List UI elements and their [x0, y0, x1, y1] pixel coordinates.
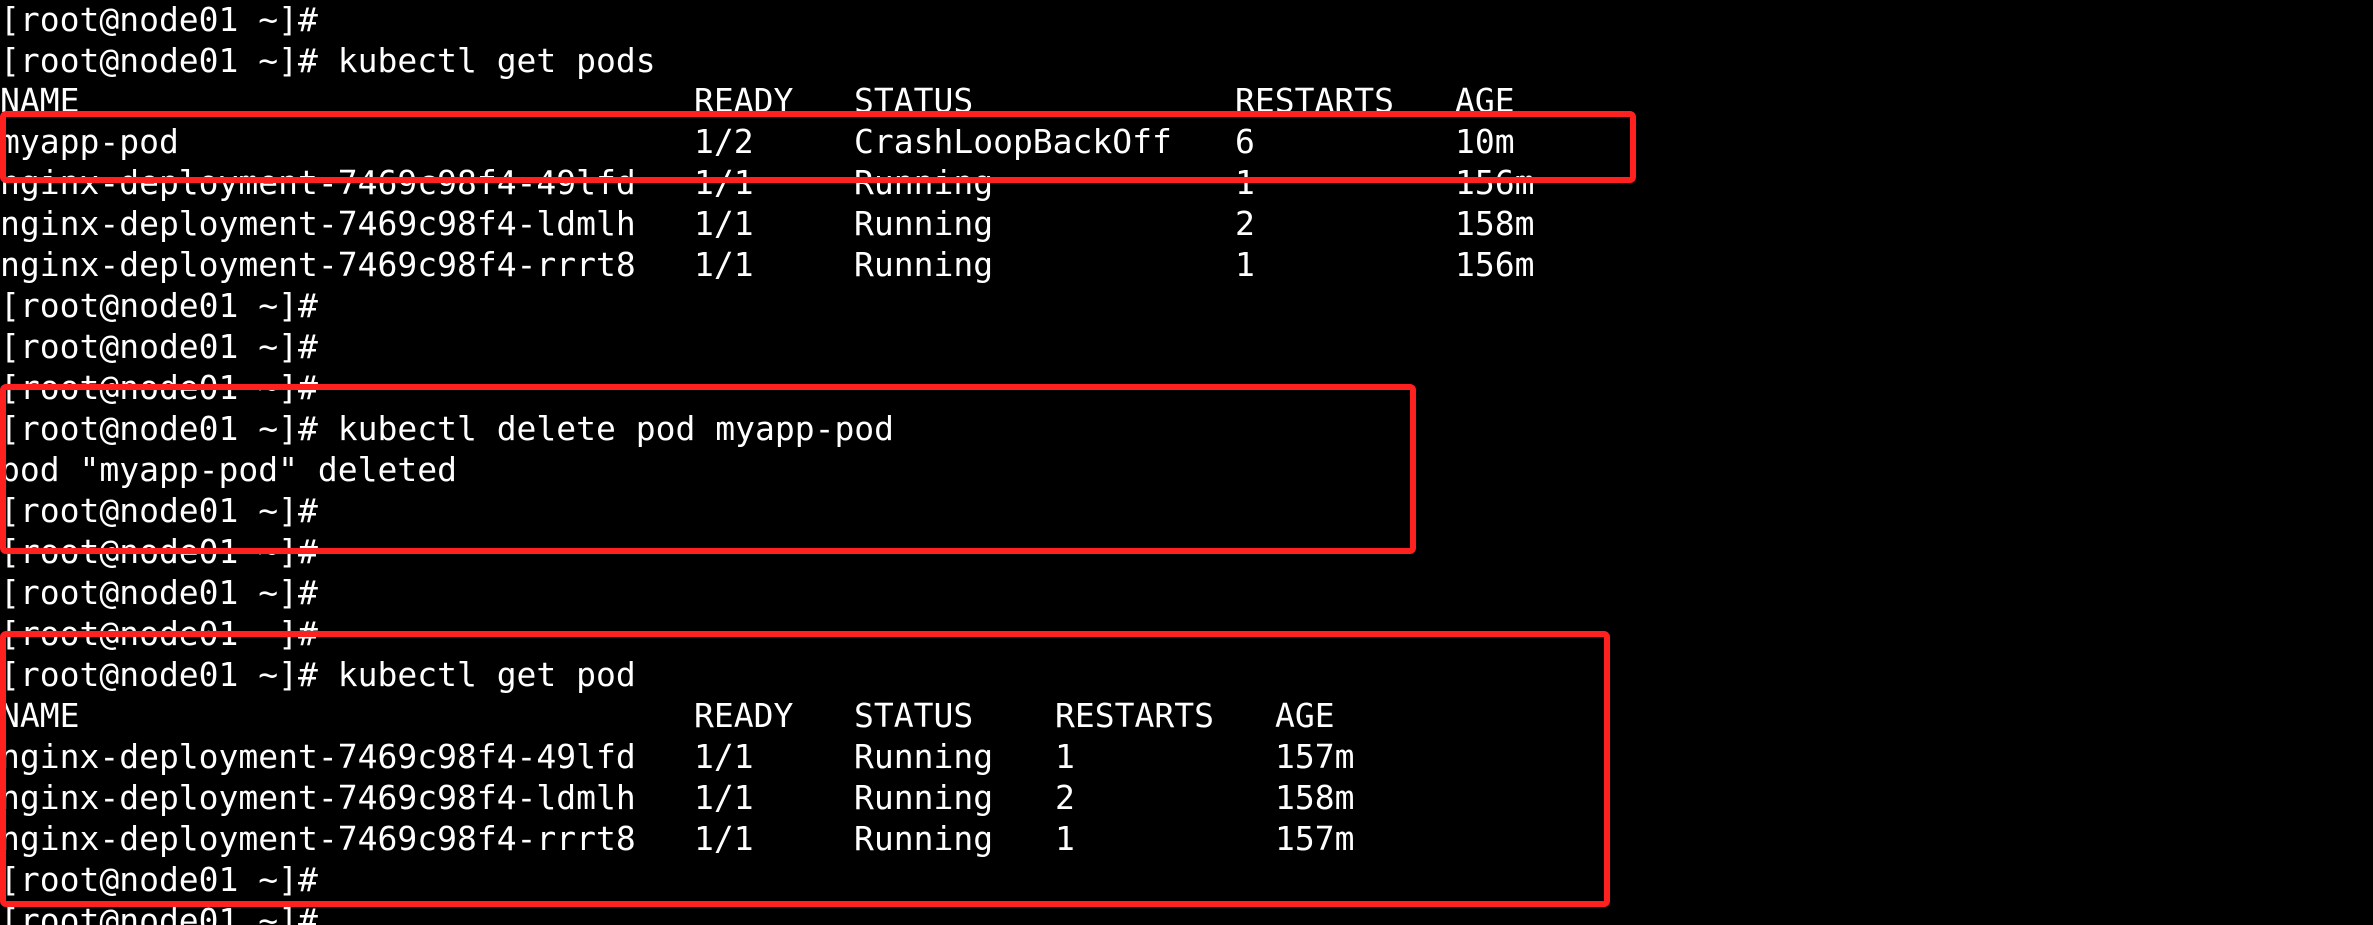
pod-status: CrashLoopBackOff	[854, 122, 1172, 161]
pod-restarts: 6	[1235, 122, 1255, 161]
prompt-line: [root@node01 ~]#	[0, 286, 318, 325]
pod-age: 157m	[1275, 737, 1355, 776]
table2-header-ready: READY	[694, 696, 794, 735]
pod-age: 156m	[1455, 245, 1535, 284]
prompt-line: [root@node01 ~]#	[0, 860, 318, 899]
table2-row: nginx-deployment-7469c98f4-49lfd 1/1 Run…	[0, 737, 1450, 777]
pod-ready: 1/1	[694, 737, 754, 776]
table1-header-ready: READY	[694, 81, 794, 120]
pod-name: nginx-deployment-7469c98f4-rrrt8	[0, 819, 636, 858]
table1-row: nginx-deployment-7469c98f4-rrrt8 1/1 Run…	[0, 245, 1650, 285]
pod-restarts: 2	[1055, 778, 1075, 817]
pod-ready: 1/1	[694, 245, 754, 284]
table2-header-name: NAME	[0, 696, 80, 735]
pod-name: nginx-deployment-7469c98f4-ldmlh	[0, 778, 636, 817]
table2-header-status: STATUS	[854, 696, 974, 735]
prompt-line: [root@node01 ~]#	[0, 327, 318, 366]
delete-output: pod "myapp-pod" deleted	[0, 450, 457, 489]
pod-restarts: 1	[1055, 737, 1075, 776]
table1-header: NAME READY STATUS RESTARTS AGE	[0, 81, 1650, 121]
pod-age: 10m	[1455, 122, 1515, 161]
pod-status: Running	[854, 819, 994, 858]
pod-name: nginx-deployment-7469c98f4-ldmlh	[0, 204, 636, 243]
table1-header-age: AGE	[1455, 81, 1515, 120]
pod-restarts: 1	[1235, 245, 1255, 284]
pod-ready: 1/1	[694, 778, 754, 817]
pod-status: Running	[854, 737, 994, 776]
table2-header-restarts: RESTARTS	[1055, 696, 1214, 735]
prompt-line: [root@node01 ~]#	[0, 573, 318, 612]
prompt-line: [root@node01 ~]#	[0, 901, 318, 925]
table2-row: nginx-deployment-7469c98f4-rrrt8 1/1 Run…	[0, 819, 1450, 859]
command-get-pod: [root@node01 ~]# kubectl get pod	[0, 655, 636, 694]
table1-header-name: NAME	[0, 81, 80, 120]
pod-restarts: 2	[1235, 204, 1255, 243]
prompt-line: [root@node01 ~]#	[0, 491, 318, 530]
table2-row: nginx-deployment-7469c98f4-ldmlh 1/1 Run…	[0, 778, 1450, 818]
pod-ready: 1/2	[694, 122, 754, 161]
table1-row: nginx-deployment-7469c98f4-49lfd 1/1 Run…	[0, 163, 1650, 203]
prompt-line: [root@node01 ~]#	[0, 368, 318, 407]
command-get-pods: [root@node01 ~]# kubectl get pods	[0, 41, 656, 80]
pod-name: nginx-deployment-7469c98f4-49lfd	[0, 163, 636, 202]
pod-restarts: 1	[1055, 819, 1075, 858]
prompt-line: [root@node01 ~]#	[0, 614, 318, 653]
pod-ready: 1/1	[694, 204, 754, 243]
table1-row: myapp-pod 1/2 CrashLoopBackOff 6 10m	[0, 122, 1650, 162]
pod-name: nginx-deployment-7469c98f4-rrrt8	[0, 245, 636, 284]
table1-row: nginx-deployment-7469c98f4-ldmlh 1/1 Run…	[0, 204, 1650, 244]
pod-name: nginx-deployment-7469c98f4-49lfd	[0, 737, 636, 776]
pod-status: Running	[854, 204, 994, 243]
pod-restarts: 1	[1235, 163, 1255, 202]
table1-header-restarts: RESTARTS	[1235, 81, 1394, 120]
pod-status: Running	[854, 163, 994, 202]
table1-header-status: STATUS	[854, 81, 974, 120]
pod-status: Running	[854, 778, 994, 817]
pod-age: 158m	[1275, 778, 1355, 817]
terminal-window[interactable]: [root@node01 ~]# [root@node01 ~]# kubect…	[0, 0, 2373, 925]
table2-header-age: AGE	[1275, 696, 1335, 735]
pod-status: Running	[854, 245, 994, 284]
command-delete-pod: [root@node01 ~]# kubectl delete pod myap…	[0, 409, 895, 448]
pod-age: 158m	[1455, 204, 1535, 243]
pod-age: 156m	[1455, 163, 1535, 202]
pod-age: 157m	[1275, 819, 1355, 858]
pod-name: myapp-pod	[0, 122, 179, 161]
pod-ready: 1/1	[694, 819, 754, 858]
table2-header: NAME READY STATUS RESTARTS AGE	[0, 696, 1450, 736]
prompt-line: [root@node01 ~]#	[0, 532, 318, 571]
prompt-line: [root@node01 ~]#	[0, 0, 318, 39]
pod-ready: 1/1	[694, 163, 754, 202]
